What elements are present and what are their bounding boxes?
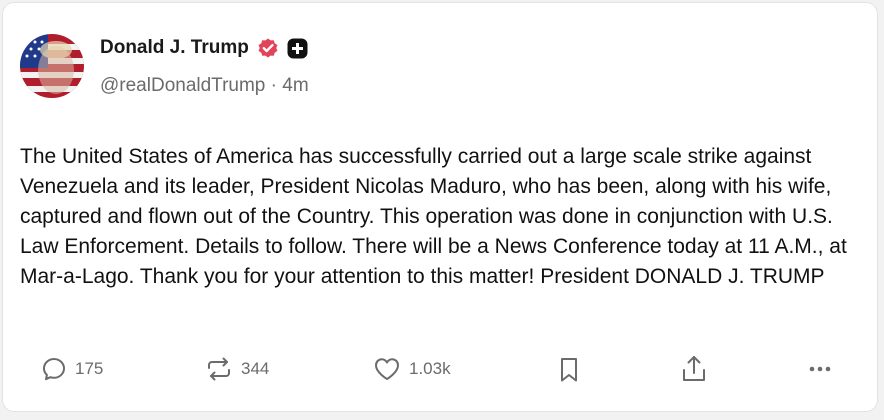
action-bar: 175 344 1.03k <box>3 348 879 390</box>
heart-icon <box>373 356 401 382</box>
share-icon <box>680 354 708 384</box>
reply-button[interactable]: 175 <box>41 356 103 382</box>
reply-count: 175 <box>75 359 104 378</box>
share-button[interactable] <box>680 354 708 384</box>
repost-button[interactable]: 344 <box>205 356 269 382</box>
like-count: 1.03k <box>409 359 451 378</box>
reply-icon <box>41 356 67 382</box>
more-icon <box>805 356 835 382</box>
bookmark-button[interactable] <box>557 356 581 384</box>
plus-badge-icon <box>287 38 308 59</box>
post-timestamp[interactable]: 4m <box>282 75 308 96</box>
author-name[interactable]: Donald J. Trump <box>100 37 249 59</box>
author-handle[interactable]: @realDonaldTrump <box>100 75 265 96</box>
like-button[interactable]: 1.03k <box>373 356 451 382</box>
post-card: Donald J. Trump @realDonaldTrump · 4m Th… <box>2 2 878 412</box>
author-meta: @realDonaldTrump · 4m <box>100 75 309 97</box>
post-text: The United States of America has success… <box>20 145 847 288</box>
verified-badge-icon <box>257 37 279 59</box>
repost-count: 344 <box>241 359 270 378</box>
meta-separator: · <box>270 75 277 96</box>
avatar[interactable] <box>20 34 84 98</box>
repost-icon <box>205 356 233 382</box>
more-options-button[interactable] <box>805 356 835 382</box>
bookmark-icon <box>557 356 581 384</box>
